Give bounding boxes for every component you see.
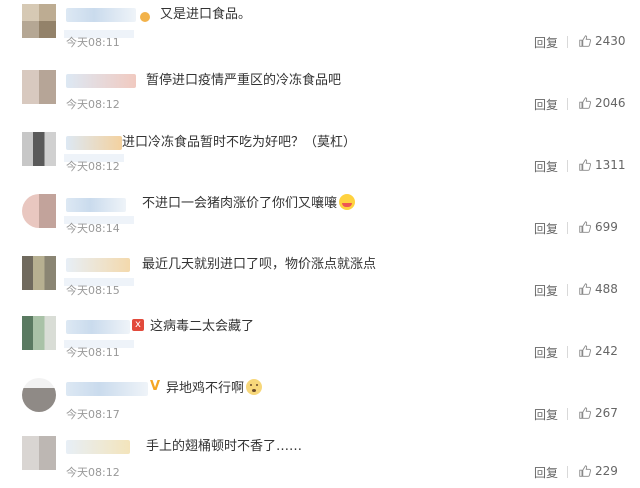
comment-time: 今天08:15 (66, 284, 120, 297)
divider (567, 160, 568, 172)
comment-text: 暂停进口疫情严重区的冷冻食品吧 (146, 73, 342, 88)
divider (567, 36, 568, 48)
avatar[interactable] (22, 316, 56, 350)
comment-text-content: 异地鸡不行啊 (166, 381, 245, 396)
reply-button[interactable]: 回复 (534, 220, 558, 237)
like-button[interactable]: 1311 (578, 156, 626, 174)
like-count: 1311 (595, 158, 626, 172)
neutral-face-emoji-icon (246, 379, 263, 395)
comment-time: 今天08:12 (66, 98, 120, 111)
reply-button[interactable]: 回复 (534, 406, 558, 423)
vip-badge-icon: x (132, 319, 144, 331)
comment-row: V 异地鸡不行啊 今天08:17 回复 267 (0, 372, 640, 430)
blurred-username[interactable] (66, 440, 130, 454)
comment-time: 今天08:17 (66, 408, 120, 421)
thumbs-up-icon (579, 345, 591, 357)
like-count: 229 (595, 464, 618, 478)
comment-list: 又是进口食品。 今天08:11 回复 2430 暂停进口疫情严重区的冷冻食品吧 … (0, 0, 640, 485)
comment-row: 不进口一会猪肉涨价了你们又嚷嚷 今天08:14 回复 699 (0, 186, 640, 244)
comment-time: 今天08:12 (66, 160, 120, 173)
comment-row: x 这病毒二太会藏了 今天08:11 回复 242 (0, 310, 640, 368)
divider (567, 466, 568, 478)
like-button[interactable]: 488 (578, 280, 618, 298)
comment-text: 不进口一会猪肉涨价了你们又嚷嚷 (142, 194, 356, 213)
reply-button[interactable]: 回复 (534, 158, 558, 175)
like-button[interactable]: 2046 (578, 94, 626, 112)
comment-row: 暂停进口疫情严重区的冷冻食品吧 今天08:12 回复 2046 (0, 62, 640, 120)
like-button[interactable]: 229 (578, 462, 618, 480)
blurred-username[interactable] (66, 382, 148, 396)
divider (567, 98, 568, 110)
thumbs-up-icon (579, 407, 591, 419)
blurred-username[interactable] (66, 198, 126, 212)
like-count: 2430 (595, 34, 626, 48)
like-count: 242 (595, 344, 618, 358)
comment-text: 异地鸡不行啊 (166, 379, 263, 398)
thumbs-up-icon (579, 465, 591, 477)
verified-badge-icon: V (150, 379, 161, 394)
blurred-username[interactable] (66, 74, 136, 88)
like-button[interactable]: 267 (578, 404, 618, 422)
comment-row: 又是进口食品。 今天08:11 回复 2430 (0, 0, 640, 58)
avatar[interactable] (22, 132, 56, 166)
avatar[interactable] (22, 436, 56, 470)
comment-text-content: 不进口一会猪肉涨价了你们又嚷嚷 (142, 196, 338, 211)
avatar[interactable] (22, 194, 56, 228)
like-button[interactable]: 242 (578, 342, 618, 360)
sweat-face-emoji-icon (339, 194, 356, 210)
emoji-icon (140, 12, 150, 22)
reply-button[interactable]: 回复 (534, 34, 558, 51)
like-count: 2046 (595, 96, 626, 110)
avatar[interactable] (22, 70, 56, 104)
blurred-username[interactable] (66, 320, 130, 334)
comment-text: 进口冷冻食品暂时不吃为好吧？（莫杠） (122, 135, 357, 150)
comment-text: 最近几天就别进口了呗，物价涨点就涨点 (142, 257, 377, 272)
avatar[interactable] (22, 378, 56, 412)
thumbs-up-icon (579, 35, 591, 47)
divider (567, 346, 568, 358)
like-count: 488 (595, 282, 618, 296)
thumbs-up-icon (579, 159, 591, 171)
blurred-username[interactable] (66, 258, 130, 272)
like-count: 699 (595, 220, 618, 234)
comment-text: 又是进口食品。 (160, 7, 252, 22)
like-button[interactable]: 699 (578, 218, 618, 236)
comment-time: 今天08:12 (66, 466, 120, 479)
avatar[interactable] (22, 256, 56, 290)
comment-text: 这病毒二太会藏了 (150, 319, 255, 334)
comment-row: 进口冷冻食品暂时不吃为好吧？（莫杠） 今天08:12 回复 1311 (0, 124, 640, 182)
divider (567, 408, 568, 420)
comment-text: 手上的翅桶顿时不香了…… (146, 439, 303, 454)
comment-time: 今天08:11 (66, 346, 120, 359)
comment-row: 手上的翅桶顿时不香了…… 今天08:12 回复 229 (0, 430, 640, 488)
comment-row: 最近几天就别进口了呗，物价涨点就涨点 今天08:15 回复 488 (0, 248, 640, 306)
avatar[interactable] (22, 4, 56, 38)
reply-button[interactable]: 回复 (534, 96, 558, 113)
divider (567, 222, 568, 234)
reply-button[interactable]: 回复 (534, 464, 558, 481)
blurred-username[interactable] (66, 136, 122, 150)
like-button[interactable]: 2430 (578, 32, 626, 50)
divider (567, 284, 568, 296)
blurred-username[interactable] (66, 8, 136, 22)
like-count: 267 (595, 406, 618, 420)
thumbs-up-icon (579, 283, 591, 295)
reply-button[interactable]: 回复 (534, 344, 558, 361)
reply-button[interactable]: 回复 (534, 282, 558, 299)
thumbs-up-icon (579, 97, 591, 109)
thumbs-up-icon (579, 221, 591, 233)
comment-time: 今天08:11 (66, 36, 120, 49)
comment-time: 今天08:14 (66, 222, 120, 235)
